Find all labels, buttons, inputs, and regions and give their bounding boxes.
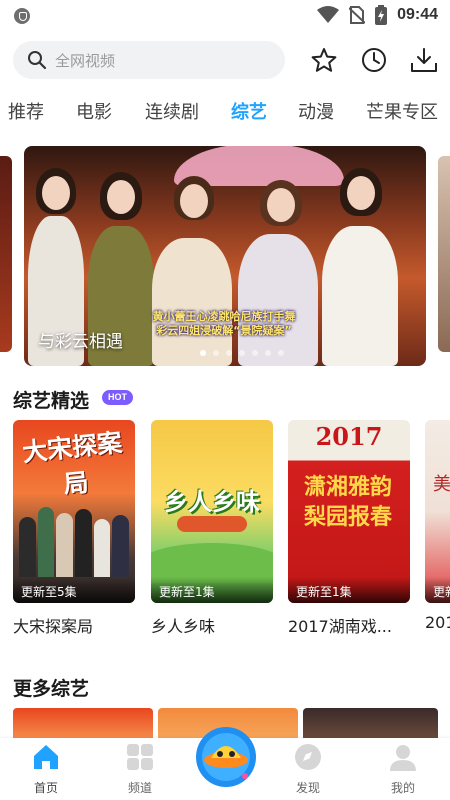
update-label: 更新 [425,577,450,603]
carousel-dot[interactable] [239,350,245,356]
variety-poster[interactable]: 大宋探案局 更新至5集 [13,420,135,603]
tab-series[interactable]: 连续剧 [145,98,199,124]
poster-cast-art [19,507,130,577]
variety-card[interactable]: 大宋探案局 更新至5集 大宋探案局 [13,420,135,637]
banner-caption-line: 黄小蕾王心凌跳哈尼族打手舞 [152,310,296,323]
no-sim-icon [349,6,366,24]
compass-icon [295,744,321,770]
search-input[interactable]: 全网视频 [13,41,285,79]
banner-person [152,238,232,366]
banner-person-face [180,184,208,218]
tab-movies[interactable]: 电影 [76,98,112,124]
more-variety-card[interactable] [13,708,153,738]
nav-channels[interactable]: 频道 [108,742,172,796]
variety-card[interactable]: 乡人乡味 更新至1集 乡人乡味 [151,420,273,637]
banner-carousel[interactable]: 黄小蕾王心凌跳哈尼族打手舞 彩云四姐浸破解“景院疑案” 与彩云相遇 [0,146,450,366]
carousel-dots [200,350,284,356]
banner-person-face [42,176,70,210]
banner-person-face [347,176,375,210]
category-tabs: 推荐 电影 连续剧 综艺 动漫 芒果专区 [0,90,450,132]
variety-poster[interactable]: 2017 潇湘雅韵 梨园报春 更新至1集 [288,420,410,603]
nav-discover-label: 发现 [295,781,320,795]
grid-icon [127,744,153,770]
variety-card-title[interactable]: 大宋探案局 [13,613,135,637]
update-label: 更新至1集 [151,577,273,603]
star-icon [311,48,337,72]
nav-profile[interactable]: 我的 [371,742,435,796]
battery-charging-icon [375,5,388,25]
hot-badge: HOT [102,390,133,405]
nav-profile-label: 我的 [390,781,415,795]
variety-card-title[interactable]: 201 [425,613,450,632]
carousel-dot[interactable] [252,350,258,356]
banner-next-peek[interactable] [438,156,450,352]
nav-center-mascot[interactable] [193,724,259,790]
search-icon [28,51,47,70]
user-icon [390,745,416,771]
history-button[interactable] [360,46,388,74]
status-icons: 09:44 [317,5,438,25]
variety-card[interactable]: 2017 潇湘雅韵 梨园报春 更新至1集 2017湖南戏... [288,420,410,637]
banner-caption: 黄小蕾王心凌跳哈尼族打手舞 彩云四姐浸破解“景院疑案” [124,310,324,338]
update-label: 更新至5集 [13,577,135,603]
tab-recommend[interactable]: 推荐 [8,98,44,124]
status-bar: 09:44 [0,0,450,32]
shield-icon [14,8,30,24]
banner-person-face [267,188,295,222]
poster-title-art: 大宋探案局 [21,427,124,500]
carousel-dot[interactable] [213,350,219,356]
poster-title-art: 乡人乡味 [164,488,260,516]
tab-anime[interactable]: 动漫 [298,98,334,124]
home-icon [34,745,58,769]
search-row: 全网视频 [0,36,450,84]
wifi-icon [317,6,340,23]
poster-subtitle-art: 潇湘雅韵 梨园报春 [303,474,392,530]
more-variety-card[interactable] [303,708,438,738]
bottom-nav: 首页 频道 发现 我的 [0,727,450,800]
nav-discover[interactable]: 发现 [276,742,340,796]
download-icon [411,48,437,72]
section-title-more-variety: 更多综艺 [13,678,90,700]
banner-title: 与彩云相遇 [38,332,123,352]
clock-time: 09:44 [397,6,438,23]
ufo-mascot-icon [196,727,256,787]
nav-home-label: 首页 [33,781,58,795]
variety-card-title[interactable]: 2017湖南戏... [288,613,410,637]
history-clock-icon [362,48,386,72]
banner-person-face [107,180,135,214]
banner-caption-line: 彩云四姐浸破解“景院疑案” [156,324,292,337]
poster-title-art: 美 [433,474,450,495]
banner-prev-peek[interactable] [0,156,12,352]
favorites-button[interactable] [310,46,338,74]
poster-ribbon-art [177,516,247,532]
carousel-dot[interactable] [226,350,232,356]
variety-card[interactable]: 美 更新 201 [425,420,450,632]
section-title-variety: 综艺精选 [13,390,90,412]
search-placeholder: 全网视频 [55,51,116,70]
carousel-dot[interactable] [200,350,206,356]
variety-poster[interactable]: 美 更新 [425,420,450,603]
banner-person [238,234,318,366]
carousel-dot[interactable] [265,350,271,356]
variety-card-list: 大宋探案局 更新至5集 大宋探案局 乡人乡味 更新至1集 乡人乡味 2017 潇 [0,420,450,640]
nav-home[interactable]: 首页 [14,742,78,796]
tab-variety[interactable]: 综艺 [231,98,267,124]
carousel-dot[interactable] [278,350,284,356]
tab-mango-zone[interactable]: 芒果专区 [366,98,438,124]
banner-slide[interactable]: 黄小蕾王心凌跳哈尼族打手舞 彩云四姐浸破解“景院疑案” 与彩云相遇 [24,146,426,366]
banner-person [322,226,398,366]
nav-channels-label: 频道 [127,781,152,795]
update-label: 更新至1集 [288,577,410,603]
variety-card-title[interactable]: 乡人乡味 [151,613,273,637]
download-button[interactable] [410,46,438,74]
poster-title-art: 2017 [315,422,383,451]
variety-poster[interactable]: 乡人乡味 更新至1集 [151,420,273,603]
